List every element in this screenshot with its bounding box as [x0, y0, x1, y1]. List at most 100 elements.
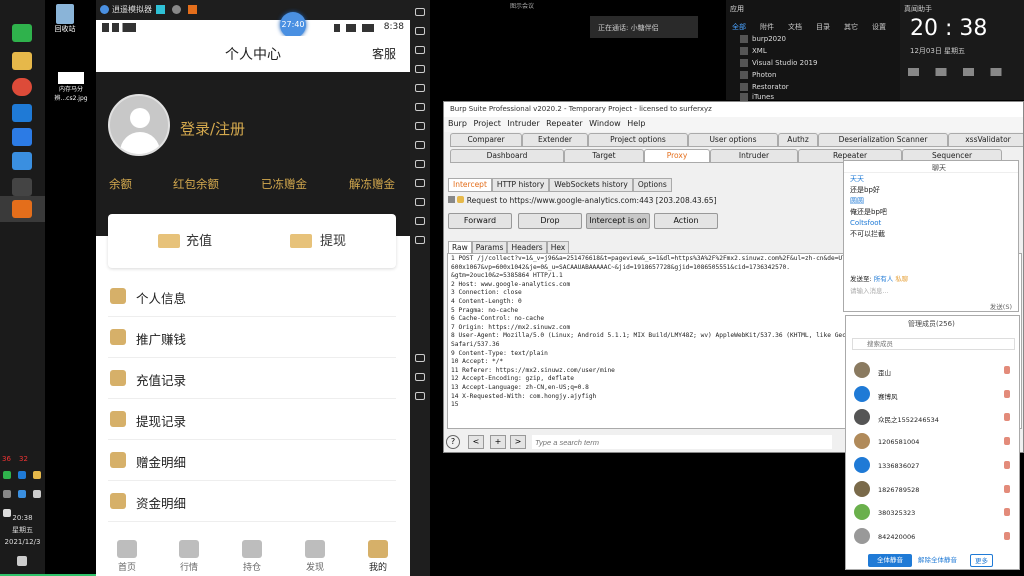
notification-icon[interactable]: [17, 556, 27, 566]
menu-item-personal-info[interactable]: 个人信息: [108, 276, 396, 317]
mic-muted-icon[interactable]: [1004, 413, 1010, 421]
tab-proxy[interactable]: Proxy: [644, 149, 710, 163]
unfrozen-bonus-label[interactable]: 解冻赠金: [349, 176, 395, 192]
menu-burp[interactable]: Burp: [448, 119, 467, 128]
mic-muted-icon[interactable]: [1004, 532, 1010, 540]
emulator-tool-icon[interactable]: [172, 5, 181, 14]
tab-deserialization-scanner[interactable]: Deserialization Scanner: [818, 133, 948, 147]
mic-muted-icon[interactable]: [1004, 508, 1010, 516]
category-tab[interactable]: 全部: [732, 22, 746, 32]
tab-comparer[interactable]: Comparer: [450, 133, 522, 147]
unmute-all-button[interactable]: 解除全体静音: [918, 554, 957, 567]
toolbar-icon[interactable]: [415, 217, 425, 225]
chrome-icon[interactable]: [12, 78, 32, 96]
help-icon[interactable]: ?: [446, 435, 460, 449]
nav-home[interactable]: 首页: [102, 536, 152, 573]
nav-market[interactable]: 行情: [164, 536, 214, 573]
tab-xssvalidator[interactable]: xssValidator: [948, 133, 1023, 147]
tray-icon[interactable]: [18, 471, 27, 479]
image-file-shortcut[interactable]: 内存马分辨...cs2.jpg: [46, 72, 96, 102]
nav-positions[interactable]: 持仓: [227, 536, 277, 573]
compose-private[interactable]: 私聊: [895, 275, 908, 283]
pencil-icon[interactable]: [448, 196, 455, 203]
tab-options[interactable]: Options: [632, 178, 672, 192]
toolbar-icon[interactable]: [415, 236, 425, 244]
toolbar-icon[interactable]: [415, 84, 425, 92]
wechat-icon[interactable]: [12, 24, 32, 42]
nav-mine[interactable]: 我的: [353, 536, 403, 573]
toolbar-icon[interactable]: [415, 8, 425, 16]
tab-authz[interactable]: Authz: [778, 133, 818, 147]
menu-intruder[interactable]: Intruder: [507, 119, 539, 128]
app-entry[interactable]: Restorator: [740, 83, 789, 91]
tray-icon[interactable]: [18, 490, 27, 498]
menu-repeater[interactable]: Repeater: [546, 119, 582, 128]
tab-http-history[interactable]: HTTP history: [491, 178, 550, 192]
compose-input[interactable]: 请输入消息...: [850, 285, 889, 295]
mic-muted-icon[interactable]: [1004, 485, 1010, 493]
taskbar-clock[interactable]: 20:38 星期五 2021/12/3: [0, 512, 45, 548]
intercept-toggle-button[interactable]: Intercept is on: [586, 213, 650, 229]
mic-muted-icon[interactable]: [1004, 461, 1010, 469]
emulator-tool-icon[interactable]: [156, 5, 165, 14]
app-icon[interactable]: [12, 152, 32, 170]
call-banner[interactable]: 正在通话: 小糖伴侣: [590, 16, 698, 38]
toolbar-icon[interactable]: [415, 198, 425, 206]
floating-timer-bubble[interactable]: 27:40: [280, 12, 306, 38]
tab-project-options[interactable]: Project options: [588, 133, 688, 147]
toolbar-icon[interactable]: [415, 354, 425, 362]
forward-button[interactable]: Forward: [448, 213, 512, 229]
toolbar-icon[interactable]: [415, 27, 425, 35]
meeting-icon[interactable]: [12, 128, 32, 146]
balance-label[interactable]: 余额: [109, 176, 132, 192]
member-search-input[interactable]: [852, 338, 1015, 350]
toolbar-icon[interactable]: [415, 160, 425, 168]
tab-target[interactable]: Target: [564, 149, 644, 163]
tab-websockets-history[interactable]: WebSockets history: [549, 178, 633, 192]
mute-all-button[interactable]: 全体静音: [868, 554, 912, 567]
category-tab[interactable]: 其它: [844, 22, 858, 32]
menu-window[interactable]: Window: [589, 119, 621, 128]
toolbar-icon[interactable]: [415, 373, 425, 381]
toolbar-icon[interactable]: [415, 141, 425, 149]
next-match-button[interactable]: >: [510, 435, 526, 449]
app-entry[interactable]: iTunes: [740, 93, 774, 101]
withdraw-button[interactable]: 提现: [320, 230, 346, 249]
recharge-button[interactable]: 充值: [186, 230, 212, 249]
emulator-tool-icon[interactable]: [188, 5, 197, 14]
toolbar-icon[interactable]: [415, 179, 425, 187]
toolbar-icon[interactable]: [415, 103, 425, 111]
tray-icon[interactable]: [3, 490, 11, 498]
toolbar-icon[interactable]: [415, 122, 425, 130]
frozen-bonus-label[interactable]: 已冻赠金: [261, 176, 307, 192]
recycle-bin-shortcut[interactable]: 回收站: [50, 4, 80, 34]
menu-item-promotion[interactable]: 推广赚钱: [108, 317, 396, 358]
app-entry[interactable]: XML: [740, 47, 767, 55]
tab-intruder[interactable]: Intruder: [710, 149, 798, 163]
menu-help[interactable]: Help: [627, 119, 645, 128]
folder-icon[interactable]: [12, 52, 32, 70]
login-register-link[interactable]: 登录/注册: [180, 118, 245, 139]
nav-discover[interactable]: 发现: [290, 536, 340, 573]
tab-extender[interactable]: Extender: [522, 133, 588, 147]
toolbar-icon[interactable]: [415, 46, 425, 54]
category-tab[interactable]: 附件: [760, 22, 774, 32]
tray-icon[interactable]: [3, 471, 11, 479]
tab-dashboard[interactable]: Dashboard: [450, 149, 564, 163]
menu-item-withdraw-records[interactable]: 提现记录: [108, 399, 396, 440]
action-button[interactable]: Action: [654, 213, 718, 229]
burp-icon[interactable]: [12, 200, 32, 218]
app-icon[interactable]: [12, 104, 32, 122]
terminal-icon[interactable]: [12, 178, 32, 196]
tab-intercept[interactable]: Intercept: [448, 178, 492, 192]
prev-match-button[interactable]: <: [468, 435, 484, 449]
mic-muted-icon[interactable]: [1004, 437, 1010, 445]
red-packet-balance-label[interactable]: 红包余额: [173, 176, 219, 192]
avatar[interactable]: [108, 94, 170, 156]
category-tab[interactable]: 设置: [872, 22, 886, 32]
more-button[interactable]: 更多: [970, 554, 993, 567]
send-button[interactable]: 发送(S): [990, 301, 1012, 311]
tab-user-options[interactable]: User options: [688, 133, 778, 147]
compose-target[interactable]: 所有人: [874, 275, 894, 283]
search-input[interactable]: [532, 435, 832, 449]
